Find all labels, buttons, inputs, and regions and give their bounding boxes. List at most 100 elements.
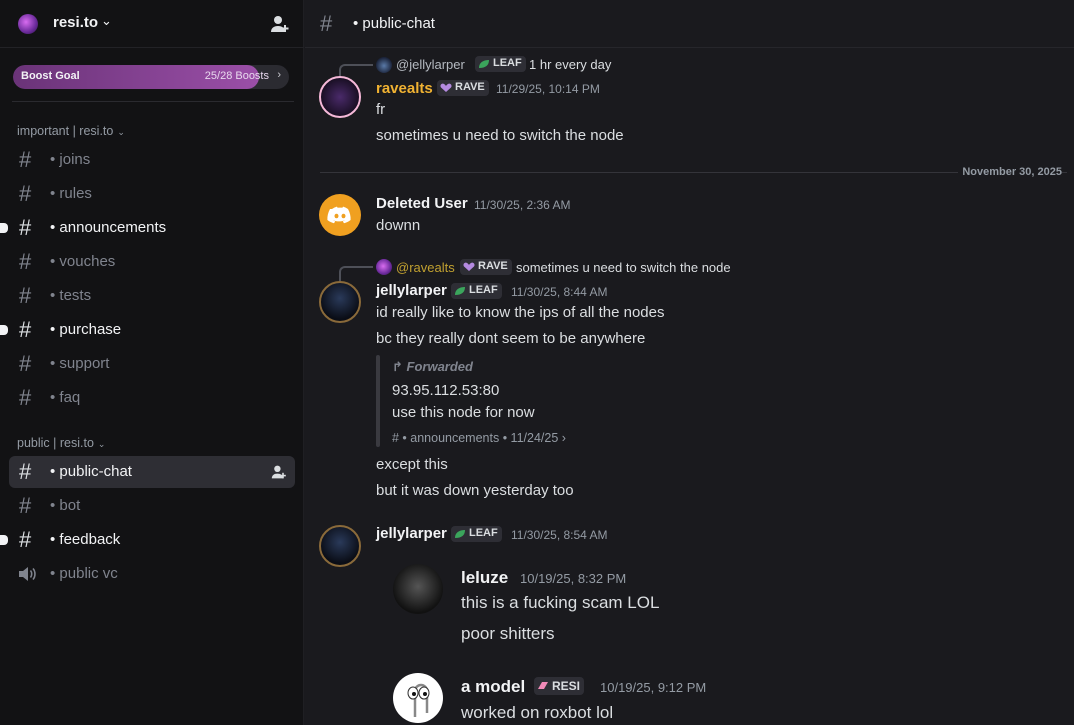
hash-icon: # — [19, 385, 32, 410]
leaf-icon — [479, 60, 489, 68]
role-tag-resi: RESI — [534, 677, 585, 695]
channel-joins[interactable]: # • joins — [9, 144, 295, 176]
channel-support[interactable]: # • support — [9, 348, 295, 380]
chat-area: # • public-chat @jellylarper LEAF 1 hr e… — [305, 0, 1074, 725]
reply-avatar[interactable] — [376, 259, 392, 275]
channel-header: # • public-chat — [305, 0, 1074, 48]
channel-label: • feedback — [50, 531, 121, 548]
timestamp: 11/30/25, 8:54 AM — [511, 528, 608, 542]
channel-sidebar: resi.to ⌄ Boost Goal 25/28 Boosts › impo… — [0, 0, 304, 725]
channel-public-chat[interactable]: # • public-chat — [9, 456, 295, 488]
channel-label: • joins — [50, 151, 91, 168]
role-tag-leaf: LEAF — [451, 283, 502, 299]
divider — [12, 101, 294, 102]
forward-bar — [376, 355, 380, 447]
message-text: bc they really dont seem to be anywhere — [376, 330, 646, 347]
hash-icon: # — [320, 11, 333, 36]
chevron-right-icon: › — [277, 69, 281, 81]
date-divider-label: November 30, 2025 — [958, 166, 1062, 178]
message-text: except this — [376, 456, 448, 473]
heart-icon — [440, 83, 452, 92]
channel-title: • public-chat — [353, 15, 435, 32]
chevron-down-icon: ⌄ — [117, 127, 125, 137]
avatar-a-model — [393, 673, 443, 723]
category-public[interactable]: public | resi.to ⌄ — [17, 436, 105, 450]
embedded-text: poor shitters — [461, 624, 555, 643]
reply-author[interactable]: @ravealts — [396, 260, 455, 275]
forwarded-label: ↱ Forwarded — [392, 359, 473, 374]
paperclip-icon — [407, 683, 430, 717]
channel-bot[interactable]: # • bot — [9, 490, 295, 522]
hash-icon: # — [19, 249, 32, 274]
boost-goal-bar[interactable]: Boost Goal 25/28 Boosts › — [13, 65, 289, 89]
reply-text[interactable]: 1 hr every day — [529, 57, 611, 72]
invite-people-icon[interactable] — [270, 14, 290, 34]
avatar-jellylarper[interactable] — [319, 281, 361, 323]
message-text: downn — [376, 217, 421, 234]
channel-label: • purchase — [50, 321, 122, 338]
avatar-ravealts[interactable] — [319, 76, 361, 118]
unread-indicator — [0, 325, 8, 335]
hash-icon: # — [19, 527, 32, 552]
forward-arrow-icon: ↱ — [392, 359, 407, 374]
channel-faq[interactable]: # • faq — [9, 382, 295, 414]
category-important[interactable]: important | resi.to ⌄ — [17, 124, 125, 138]
channel-announcements[interactable]: # • announcements — [0, 212, 295, 244]
hash-icon: # — [19, 283, 32, 308]
server-icon — [18, 14, 38, 34]
author-deleted-user[interactable]: Deleted User — [376, 195, 468, 212]
embedded-author: leluze — [461, 568, 509, 587]
speaker-icon — [19, 567, 36, 581]
heart-icon — [463, 262, 475, 271]
hash-icon: # — [19, 317, 32, 342]
forward-source-link[interactable]: # • announcements • 11/24/25 › — [392, 431, 566, 445]
channel-feedback[interactable]: # • feedback — [0, 524, 295, 556]
timestamp: 11/30/25, 2:36 AM — [474, 198, 571, 212]
create-invite-icon[interactable] — [271, 464, 287, 480]
channel-rules[interactable]: # • rules — [9, 178, 295, 210]
channel-label: • bot — [50, 497, 81, 514]
reply-text[interactable]: sometimes u need to switch the node — [516, 260, 731, 275]
channel-tests[interactable]: # • tests — [9, 280, 295, 312]
author-jellylarper[interactable]: jellylarper — [376, 525, 447, 542]
discord-logo-icon — [327, 206, 351, 224]
crystal-icon — [538, 682, 548, 689]
channel-purchase[interactable]: # • purchase — [0, 314, 295, 346]
chevron-down-icon[interactable]: ⌄ — [101, 13, 112, 29]
channel-label: • faq — [50, 389, 81, 406]
chevron-down-icon: ⌄ — [97, 439, 106, 449]
channel-public-vc[interactable]: • public vc — [9, 558, 295, 590]
avatar-deleted-user[interactable] — [319, 194, 361, 236]
author-jellylarper[interactable]: jellylarper — [376, 282, 447, 299]
hash-icon: # — [19, 351, 32, 376]
forwarded-text: use this node for now — [392, 404, 535, 421]
channel-vouches[interactable]: # • vouches — [9, 246, 295, 278]
timestamp: 11/29/25, 10:14 PM — [496, 82, 600, 96]
reply-connector — [339, 266, 373, 282]
channel-label: • vouches — [50, 253, 116, 270]
hash-icon: # — [19, 493, 32, 518]
server-header[interactable]: resi.to ⌄ — [0, 0, 304, 48]
role-tag-rave: RAVE — [460, 259, 512, 275]
avatar-leluze — [393, 564, 443, 614]
unread-indicator — [0, 535, 8, 545]
date-divider — [320, 172, 1067, 173]
channel-label: • announcements — [50, 219, 167, 236]
role-tag-leaf: LEAF — [451, 526, 502, 542]
message-text: fr — [376, 101, 386, 118]
avatar-jellylarper[interactable] — [319, 525, 361, 567]
message-text: sometimes u need to switch the node — [376, 127, 624, 144]
embedded-timestamp: 10/19/25, 8:32 PM — [520, 571, 627, 586]
channel-label: • rules — [50, 185, 92, 202]
unread-indicator — [0, 223, 8, 233]
embedded-text: this is a fucking scam LOL — [461, 593, 660, 612]
boost-goal-label: Boost Goal — [21, 70, 80, 82]
reply-avatar[interactable] — [376, 57, 392, 73]
author-ravealts[interactable]: ravealts — [376, 80, 433, 97]
role-tag-leaf: LEAF — [475, 56, 526, 72]
reply-author[interactable]: @jellylarper — [396, 57, 465, 72]
hash-icon: # — [19, 147, 32, 172]
embedded-timestamp: 10/19/25, 9:12 PM — [600, 680, 707, 695]
server-name[interactable]: resi.to — [53, 14, 98, 31]
channel-label: • tests — [50, 287, 92, 304]
